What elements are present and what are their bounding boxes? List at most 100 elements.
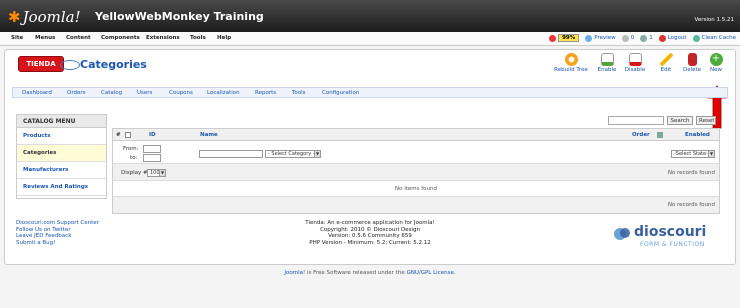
messages-count[interactable]: 0 <box>621 34 635 42</box>
license-line: Joomla! is Free Software released under … <box>0 270 740 276</box>
col-order[interactable]: Order <box>632 132 650 138</box>
catalog-item-categories[interactable]: Categories <box>17 145 106 162</box>
support-center-link[interactable]: Dioscouri.com Support Center <box>16 220 99 227</box>
catalog-menu: CATALOG MENU Products Categories Manufac… <box>16 114 107 199</box>
cache-icon <box>692 34 700 42</box>
gpl-link[interactable]: GNU/GPL License. <box>406 270 455 276</box>
percent-value: 99% <box>558 34 580 42</box>
no-records-top: No records found <box>667 170 715 176</box>
state-select[interactable]: -Select State- ▼ <box>671 150 715 158</box>
catalog-item-products[interactable]: Products <box>17 128 106 145</box>
tienda-info: Tienda: An e-commerce application for Jo… <box>290 220 450 246</box>
info-line: PHP Version - Minimum: 5.2; Current: 5.2… <box>309 239 431 246</box>
rebuild-tree-button[interactable]: Rebuild Tree <box>553 53 589 73</box>
enable-icon <box>600 53 614 66</box>
select-all-checkbox[interactable] <box>125 132 131 140</box>
new-button[interactable]: + New <box>698 53 734 73</box>
display-count-select[interactable]: 100 ▼ <box>147 169 166 177</box>
users-count[interactable]: 1 <box>640 34 653 42</box>
new-icon: + <box>709 53 723 66</box>
reset-button[interactable]: Reset <box>696 116 716 125</box>
page-title: Categories <box>80 58 147 71</box>
info-line: Tienda: An e-commerce application for Jo… <box>305 220 435 226</box>
display-label: Display # <box>121 170 148 176</box>
joomla-brand-text: Joomla! <box>22 8 81 26</box>
preview-icon <box>585 34 593 42</box>
empty-message: No items found <box>113 181 719 197</box>
chevron-down-icon: ▼ <box>159 170 165 176</box>
menu-components[interactable]: Components <box>101 35 140 41</box>
status-area: 99% Preview 0 1 Logout Clean Cache <box>549 34 736 42</box>
menu-menus[interactable]: Menus <box>35 35 55 41</box>
dioscouri-logo-text: dioscouri <box>634 224 707 240</box>
menu-extensions[interactable]: Extensions <box>146 35 180 41</box>
submenu-localization[interactable]: Localization <box>207 90 240 96</box>
users-icon <box>640 34 648 42</box>
support-links: Dioscouri.com Support Center Follow Us o… <box>16 220 99 246</box>
display-row <box>113 164 719 181</box>
submenu-users[interactable]: Users <box>137 90 152 96</box>
footer-row <box>113 197 719 213</box>
delete-icon <box>687 53 697 66</box>
site-title: YellowWebMonkey Training <box>95 10 264 23</box>
name-filter-input[interactable] <box>199 150 263 158</box>
preview-label: Preview <box>594 35 616 41</box>
col-name[interactable]: Name <box>200 132 218 138</box>
chevron-down-icon: ▼ <box>314 151 320 157</box>
menu-help[interactable]: Help <box>217 35 231 41</box>
col-num: # <box>116 132 121 138</box>
logo-swirl-icon <box>60 60 80 70</box>
id-to-input[interactable] <box>143 154 161 162</box>
preview-link[interactable]: Preview <box>585 34 616 42</box>
dioscouri-tagline: FORM & FUNCTION <box>640 241 705 248</box>
joomla-link[interactable]: Joomla! <box>284 270 305 276</box>
messages-value: 0 <box>630 35 635 41</box>
save-order-icon[interactable] <box>657 132 663 138</box>
status-percent: 99% <box>549 34 580 42</box>
logout-link[interactable]: Logout <box>658 34 687 42</box>
col-id[interactable]: ID <box>149 132 156 138</box>
license-text: is Free Software released under the <box>305 270 407 276</box>
submenu-tools[interactable]: Tools <box>292 90 306 96</box>
category-select[interactable]: - Select Category - ▼ <box>265 150 321 158</box>
new-label: New <box>710 67 722 73</box>
logout-icon <box>658 34 666 42</box>
clean-cache-label: Clean Cache <box>701 35 736 41</box>
categories-table: # ID Name Order Enabled From: to: - Sele… <box>112 128 720 214</box>
from-label: From: <box>123 146 139 152</box>
menu-site[interactable]: Site <box>11 35 23 41</box>
clean-cache-link[interactable]: Clean Cache <box>692 34 736 42</box>
catalog-item-reviews[interactable]: Reviews And Ratings <box>17 179 106 196</box>
col-enabled[interactable]: Enabled <box>685 132 710 138</box>
no-records-bottom: No records found <box>667 202 715 208</box>
tienda-logo: TIENDA <box>18 56 64 72</box>
submenu-coupons[interactable]: Coupons <box>169 90 193 96</box>
stats-icon <box>549 34 557 42</box>
menu-tools[interactable]: Tools <box>190 35 206 41</box>
catalog-menu-heading: CATALOG MENU <box>17 115 106 128</box>
version-label: Version 1.5.21 <box>694 17 734 23</box>
joomla-logo: ✱ Joomla! <box>8 8 81 26</box>
submenu-orders[interactable]: Orders <box>67 90 86 96</box>
submit-bug-link[interactable]: Submit a Bug! <box>16 240 99 247</box>
mail-icon <box>621 34 629 42</box>
menu-content[interactable]: Content <box>66 35 91 41</box>
rebuild-tree-icon <box>564 53 578 66</box>
chevron-down-icon: ▼ <box>708 151 714 157</box>
rebuild-tree-label: Rebuild Tree <box>554 67 588 73</box>
users-value: 1 <box>649 35 653 41</box>
id-from-input[interactable] <box>143 145 161 153</box>
dioscouri-logo-icon <box>614 228 630 240</box>
submenu-dashboard[interactable]: Dashboard <box>22 90 52 96</box>
submenu-catalog[interactable]: Catalog <box>101 90 122 96</box>
search-input[interactable] <box>608 116 664 125</box>
search-button[interactable]: Search <box>667 116 693 125</box>
submenu-reports[interactable]: Reports <box>255 90 276 96</box>
disable-icon <box>628 53 642 66</box>
catalog-item-manufacturers[interactable]: Manufacturers <box>17 162 106 179</box>
category-select-value: - Select Category - <box>268 151 315 157</box>
logout-label: Logout <box>667 35 687 41</box>
to-label: to: <box>130 155 138 161</box>
submenu-configuration[interactable]: Configuration <box>322 90 359 96</box>
state-select-value: -Select State- <box>674 151 708 157</box>
